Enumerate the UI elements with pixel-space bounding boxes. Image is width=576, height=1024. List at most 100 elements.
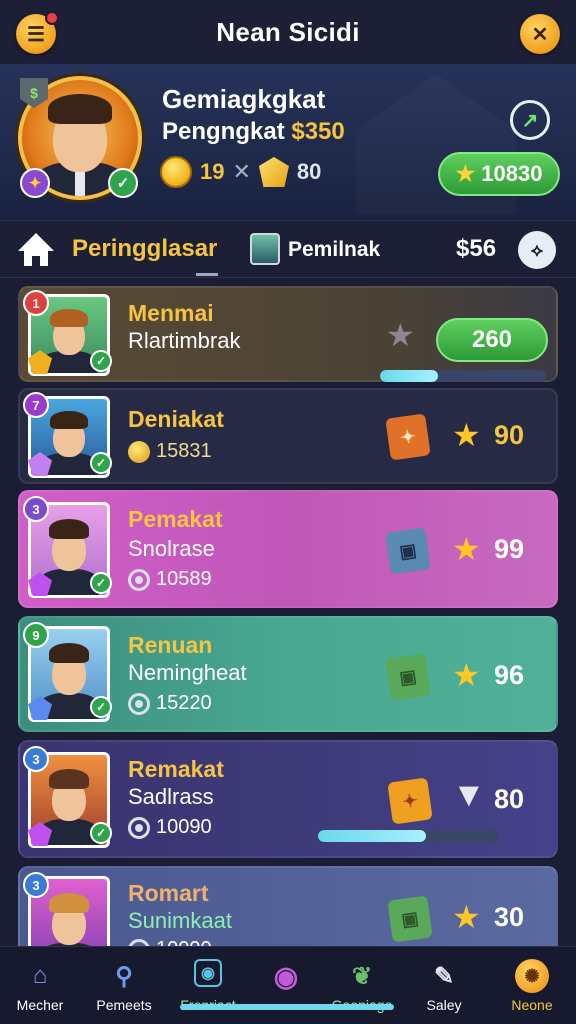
player-subtitle: Sadlrass: [128, 784, 214, 809]
profile-money: $350: [291, 118, 345, 145]
menu-button[interactable]: ☰: [16, 11, 59, 54]
verified-icon: ✓: [90, 822, 112, 844]
verified-icon: ✓: [90, 350, 112, 372]
thumb-hair: [50, 309, 88, 327]
progress-fill: [318, 830, 426, 842]
player-name: Remakat: [128, 756, 224, 782]
ring-icon: [128, 692, 150, 715]
tab-leaderboard[interactable]: Peringglasar: [72, 235, 217, 263]
nav-item-neone[interactable]: ✺ Neone: [496, 955, 568, 1019]
rank-badge: 3: [23, 496, 49, 522]
ring-icon: [128, 816, 150, 839]
settings-button[interactable]: ✕: [520, 14, 560, 54]
item-card-icon: ▣: [385, 527, 431, 575]
rank-badge: 1: [23, 290, 49, 316]
top-bar: ☰ Nean Sicidi ✕: [0, 0, 576, 64]
player-subtitle: Nemingheat: [128, 660, 247, 685]
tools-icon: ✕: [531, 23, 549, 46]
star-icon: ★: [386, 317, 415, 353]
home-icon[interactable]: [18, 233, 54, 267]
star-icon: ★: [455, 161, 476, 186]
menu-icon: ☰: [27, 23, 45, 46]
verified-icon: ✓: [108, 168, 138, 198]
nav-label: Neone: [511, 997, 553, 1013]
score-button-label: 10830: [481, 161, 543, 186]
progress-bar: [380, 370, 546, 382]
nav-item-saley[interactable]: ✎ Saley: [408, 955, 480, 1019]
nav-item-mecher[interactable]: ⌂ Mecher: [4, 955, 76, 1019]
player-name: Romart: [128, 880, 209, 906]
chat-icon: ◉: [194, 959, 222, 987]
verified-icon: ✓: [90, 572, 112, 594]
crossed-swords-icon: ✕: [232, 159, 251, 184]
star-icon: ★: [452, 417, 481, 453]
rank-badge: 3: [23, 872, 49, 898]
tab-bar: Peringglasar Pemilnak $56 ⟡: [0, 220, 576, 278]
player-meta: 10090: [128, 938, 212, 946]
avatar-tie: [75, 168, 85, 196]
network-icon[interactable]: ⟡: [518, 231, 556, 269]
nav-label: Saley: [426, 997, 462, 1013]
profile-stats: 19 ✕ 80: [160, 156, 321, 188]
score-pill-button[interactable]: 260: [436, 318, 548, 362]
nav-item-pemeets[interactable]: ⚲ Pemeets: [88, 955, 160, 1019]
player-score: 30: [494, 902, 525, 932]
ring-icon: [128, 938, 150, 946]
item-card-icon: ▣: [387, 895, 433, 943]
rank-badge: 9: [23, 622, 49, 648]
progress-fill: [380, 370, 439, 382]
profile-name: Gemiagkgkat: [162, 84, 326, 114]
progress-bar: [318, 830, 498, 842]
rank-badge: 3: [23, 746, 49, 772]
profile-rank-label: Pengngkat: [162, 118, 285, 145]
item-card-icon: ✦: [385, 413, 431, 461]
player-coins: 10090: [156, 816, 212, 838]
notification-dot: [45, 11, 59, 25]
profile-panel: $ ✦ ✓ Gemiagkgkat Pengngkat $350 19 ✕ 80…: [0, 64, 576, 220]
verified-icon: ✓: [90, 696, 112, 718]
list-item[interactable]: 3 ✓ Pemakat Snolrase 10589 ▣ ★ 99: [18, 490, 558, 608]
player-coins: 15831: [156, 440, 212, 462]
nav-label: Pemeets: [96, 997, 152, 1013]
player-coins: 10090: [156, 938, 212, 946]
score-button[interactable]: ★ 10830: [438, 152, 560, 196]
player-name: Menmai: [128, 300, 214, 326]
ring-icon: [128, 568, 150, 591]
record-icon: ◉: [273, 960, 299, 992]
player-meta: 10090: [128, 816, 212, 839]
player-subtitle: Snolrase: [128, 536, 215, 561]
edit-icon: ✎: [433, 962, 455, 990]
player-subtitle: Rlartimbrak: [128, 328, 241, 353]
gem-count: 80: [296, 159, 322, 184]
player-score: 99: [494, 534, 525, 564]
player-name: Deniakat: [128, 406, 224, 432]
gem-icon: [258, 157, 289, 187]
item-card-icon: ✦: [387, 777, 433, 825]
tab-avatar-icon[interactable]: [250, 233, 280, 265]
coin-count: 19: [200, 159, 225, 184]
verified-icon: ✓: [90, 452, 112, 474]
tab-indicator: [196, 273, 218, 276]
list-item[interactable]: 1 ✓ Menmai Rlartimbrak ★ 260: [18, 286, 558, 382]
share-icon[interactable]: ↗: [510, 100, 550, 140]
list-item[interactable]: 9 ✓ Renuan Nemingheat 15220 ▣ ★ 96: [18, 616, 558, 732]
avatar-hair: [48, 94, 112, 124]
star-icon: ★: [452, 531, 481, 567]
list-item[interactable]: 3 Romart Sunimkaat 10090 ▣ ★ 30: [18, 866, 558, 946]
bottom-navigation: ⌂ Mecher ⚲ Pemeets ◉ Frenriact ◉ ❦ Geeni…: [0, 946, 576, 1024]
list-item[interactable]: 3 ✓ Remakat Sadlrass 10090 ✦ ▼ 80: [18, 740, 558, 858]
thumb-hair: [50, 411, 88, 429]
player-subtitle: Sunimkaat: [128, 908, 232, 933]
player-name: Pemakat: [128, 506, 223, 532]
coin-icon: [128, 440, 150, 463]
player-score: 90: [494, 420, 525, 450]
player-coins: 15220: [156, 692, 212, 714]
thumb-hair: [49, 643, 89, 663]
coin-icon: [160, 156, 192, 188]
list-item[interactable]: 7 ✓ Deniakat 15831 ✦ ★ 90: [18, 388, 558, 484]
tab-money: $56: [456, 235, 497, 262]
tab-members[interactable]: Pemilnak: [288, 238, 380, 262]
player-score: 96: [494, 660, 525, 690]
rank-badge: 7: [23, 392, 49, 418]
nav-label: Mecher: [16, 997, 64, 1013]
